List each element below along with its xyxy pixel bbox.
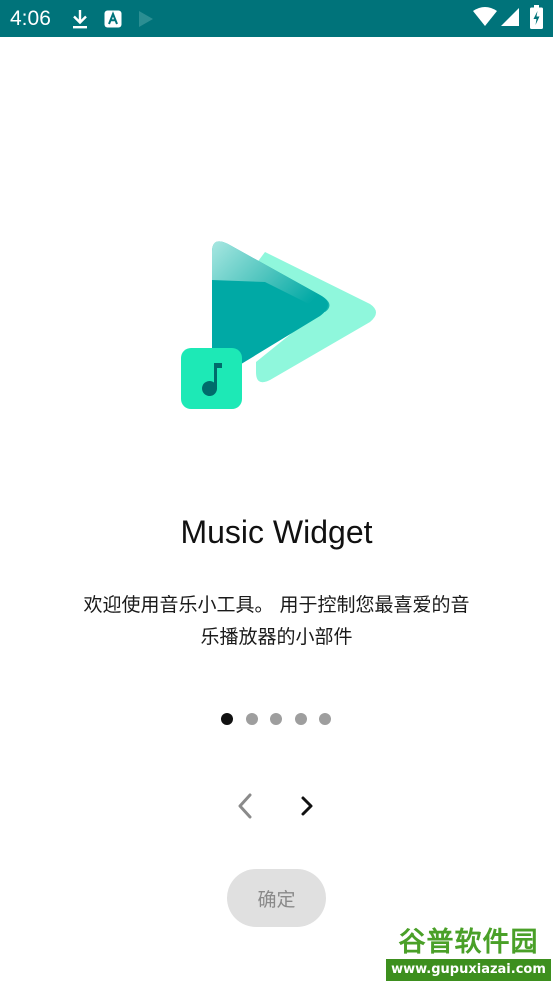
wifi-icon (473, 7, 497, 26)
page-title: Music Widget (180, 514, 373, 550)
next-button[interactable] (289, 788, 325, 824)
battery-charging-icon (530, 5, 543, 29)
previous-button[interactable] (227, 788, 263, 824)
page-indicator (0, 713, 553, 726)
page-dot-3 (270, 713, 282, 725)
page-dot-5 (319, 713, 331, 725)
music-widget-logo-icon (170, 232, 385, 417)
download-icon (73, 10, 87, 29)
watermark-url: www.gupuxiazai.com (386, 959, 551, 981)
watermark-title: 谷普软件园 (398, 927, 539, 958)
confirm-label: 确定 (257, 888, 296, 911)
status-time: 4:06 (10, 7, 51, 30)
chevron-left-icon (238, 793, 252, 819)
chevron-right-icon (301, 796, 313, 816)
welcome-description: 欢迎使用音乐小工具。 用于控制您最喜爱的音乐播放器的小部件 (83, 594, 470, 648)
cell-signal-icon (501, 8, 519, 26)
a-notification-icon (104, 10, 122, 28)
page-dot-4 (295, 713, 307, 725)
confirm-button[interactable]: 确定 (227, 869, 326, 927)
status-bar: 4:06 (0, 0, 553, 37)
page-dot-2 (246, 713, 258, 725)
play-store-icon (139, 11, 153, 27)
watermark: 谷普软件园 www.gupuxiazai.com (386, 926, 551, 982)
page-dot-1 (221, 713, 233, 725)
